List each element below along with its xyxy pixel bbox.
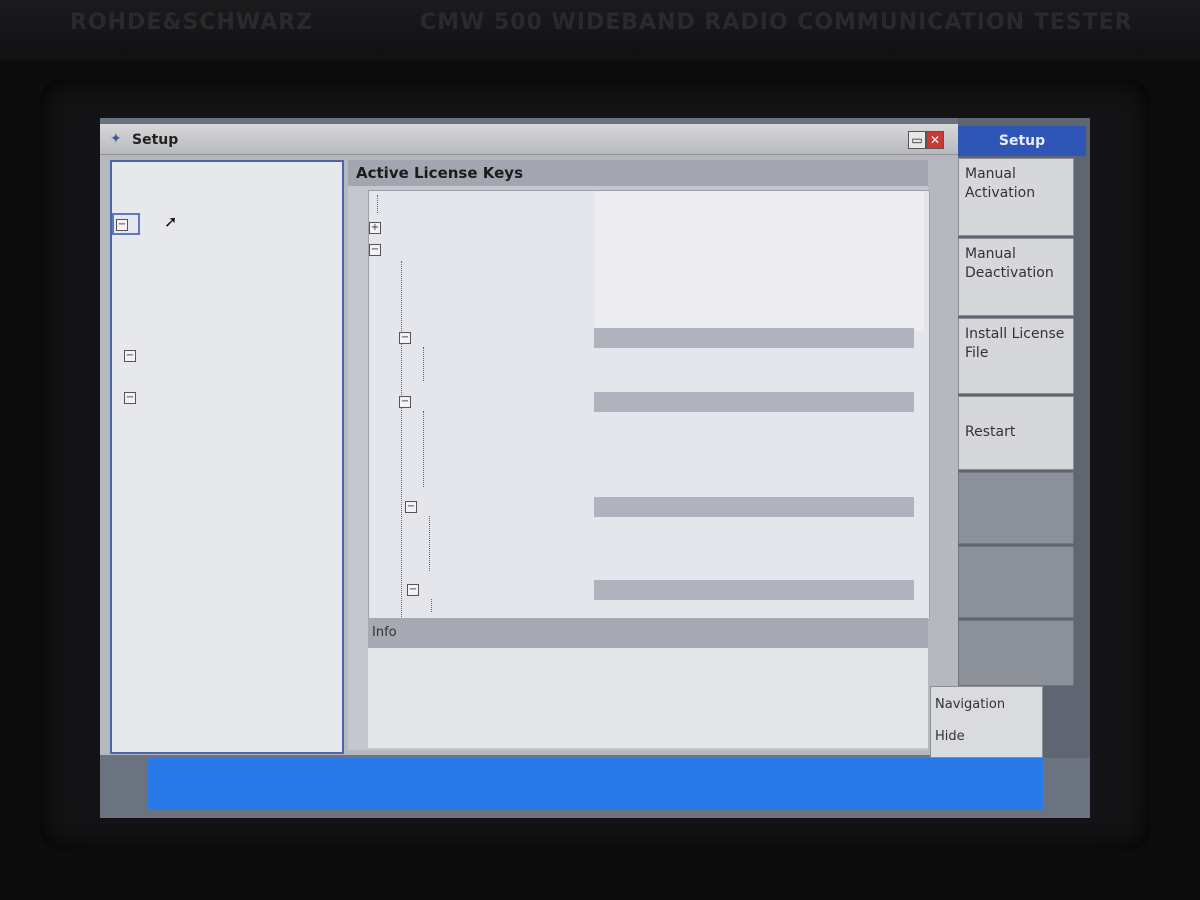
navigation-box[interactable]: Navigation Hide [930,686,1043,758]
vertical-scrollbar[interactable]: ▲ ▼ [929,191,930,619]
value-column-background [594,191,924,331]
window-body: − − − ➚ Active License Keys + − − − − − ▲ ▼ Info [100,155,958,755]
navigation-label[interactable]: Navigation [935,697,1005,712]
collapse-icon[interactable]: − [116,219,128,231]
column-header-band [594,580,914,600]
tree-connector-line [377,195,378,213]
window-titlebar: ✦ Setup ▭ ✕ [100,124,958,155]
minimize-button[interactable]: ▭ [908,131,926,149]
tree-connector-line [401,261,402,619]
device-model-label: CMW 500 WIDEBAND RADIO COMMUNICATION TES… [420,10,1133,35]
collapse-icon[interactable]: − [124,392,136,404]
empty-softkey-1[interactable] [958,472,1074,544]
column-header-band [594,328,914,348]
close-button[interactable]: ✕ [926,131,944,149]
content-pane: Active License Keys + − − − − − ▲ ▼ Info [348,160,930,750]
expand-icon[interactable]: + [369,222,381,234]
content-heading: Active License Keys [348,160,928,186]
tree-item-misc[interactable]: − [124,388,140,406]
column-header-band [594,497,914,517]
tree-connector-line [423,347,424,381]
softkey-header: Setup [958,126,1086,156]
collapse-icon[interactable]: − [399,332,411,344]
tree-item-license-keys[interactable]: − [112,213,140,235]
collapse-icon[interactable]: − [369,244,381,256]
display-screen: ✦ Setup ▭ ✕ − − − ➚ Active License Keys + − −… [100,118,1090,818]
tree-connector-line [431,599,432,612]
tree-connector-line [429,516,430,571]
info-panel [368,648,928,748]
license-grid: + − − − − − ▲ ▼ [368,190,930,620]
collapse-icon[interactable]: − [405,501,417,513]
window-title: Setup [132,132,179,148]
restart-button[interactable]: Restart [958,396,1074,470]
device-bezel: ROHDE&SCHWARZ CMW 500 WIDEBAND RADIO COM… [0,0,1200,60]
column-header-band [594,392,914,412]
manual-deactivation-button[interactable]: Manual Deactivation [958,238,1074,316]
navigation-tree: − − − ➚ [110,160,344,754]
setup-icon: ✦ [110,131,122,147]
empty-softkey-3[interactable] [958,620,1074,686]
tree-connector-line [423,411,424,487]
tree-item-maintenance[interactable]: − [124,346,140,364]
manual-activation-button[interactable]: Manual Activation [958,158,1074,236]
collapse-icon[interactable]: − [124,350,136,362]
taskbar [148,758,1043,810]
collapse-icon[interactable]: − [407,584,419,596]
brand-label: ROHDE&SCHWARZ [70,10,314,35]
softkey-panel: Setup Manual Activation Manual Deactivat… [958,118,1090,758]
install-license-file-button[interactable]: Install License File [958,318,1074,394]
empty-softkey-2[interactable] [958,546,1074,618]
mouse-cursor-icon: ➚ [164,212,178,231]
info-header: Info [368,618,928,648]
collapse-icon[interactable]: − [399,396,411,408]
hide-label[interactable]: Hide [935,729,965,744]
